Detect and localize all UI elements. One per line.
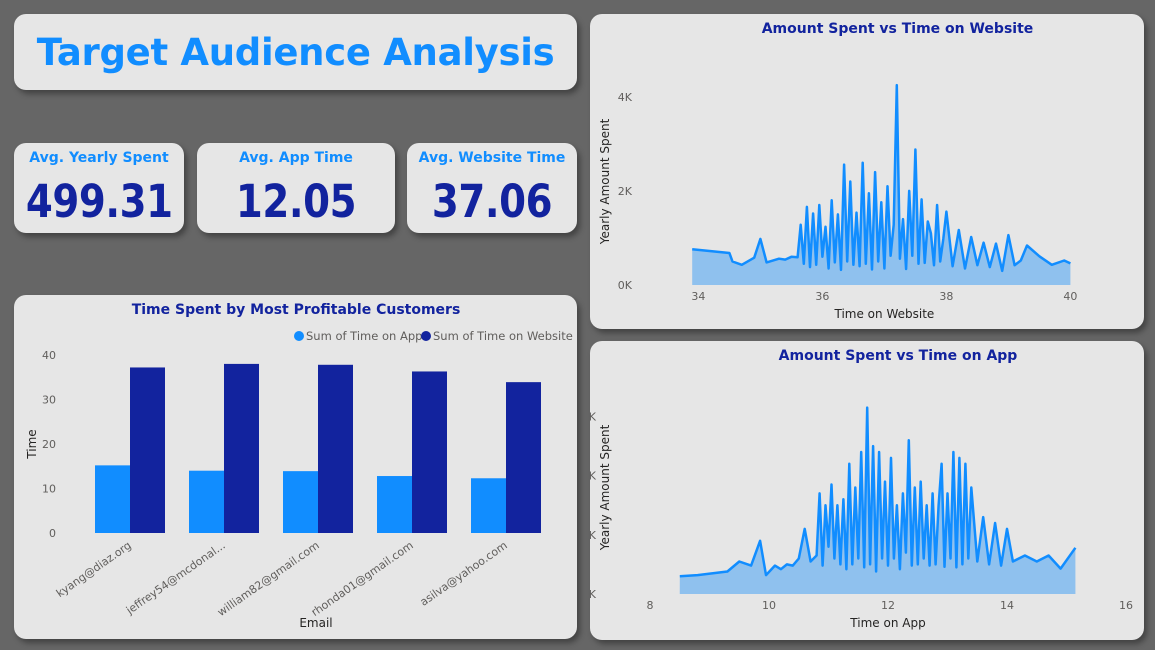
bar: [318, 364, 353, 533]
x-tick-label: 40: [1063, 290, 1077, 303]
x-tick-label: 10: [762, 599, 776, 612]
x-tick-label: jeffrey54@mcdonal...: [123, 539, 228, 618]
y-tick-label: 3K: [590, 411, 597, 424]
x-tick-label: 8: [647, 599, 654, 612]
bar: [377, 476, 412, 533]
y-tick-label: 2K: [618, 185, 633, 198]
legend-marker: [421, 331, 431, 341]
x-tick-label: 38: [939, 290, 953, 303]
website-area-chart-card[interactable]: Amount Spent vs Time on Website 0K 2K 4K 34 3…: [590, 14, 1144, 329]
y-tick-label: 4K: [618, 91, 633, 104]
x-tick-label: william82@gmail.com: [215, 539, 322, 619]
series-line: [679, 406, 1077, 578]
kpi-card-avg-website-time[interactable]: Avg. Website Time 37.06: [407, 143, 577, 233]
kpi-card-avg-yearly-spent[interactable]: Avg. Yearly Spent 499.31: [14, 143, 184, 233]
x-tick-label: asilva@yahoo.com: [418, 539, 510, 609]
bar: [412, 371, 447, 533]
dashboard-title: Target Audience Analysis: [36, 30, 555, 74]
bar: [471, 478, 506, 533]
legend-label: Sum of Time on Website: [433, 329, 573, 343]
legend-marker: [294, 331, 304, 341]
x-axis-title: Time on Website: [834, 307, 935, 321]
app-area-chart[interactable]: Amount Spent vs Time on App 0K 1K 2K 3K 8 10 12…: [590, 341, 1144, 640]
x-tick-label: 12: [881, 599, 895, 612]
title-card: Target Audience Analysis: [14, 14, 577, 90]
y-tick-label: 2K: [590, 470, 597, 483]
y-tick-label: 40: [42, 349, 56, 362]
chart-title: Amount Spent vs Time on Website: [762, 21, 1034, 37]
y-tick-label: 0: [49, 527, 56, 540]
kpi-card-avg-app-time[interactable]: Avg. App Time 12.05: [197, 143, 395, 233]
x-tick-label: 16: [1119, 599, 1133, 612]
website-area-chart[interactable]: Amount Spent vs Time on Website 0K 2K 4K 34 3…: [590, 14, 1144, 329]
chart-title: Amount Spent vs Time on App: [779, 348, 1018, 364]
bar: [506, 382, 541, 533]
x-tick-label: rhonda01@gmail.com: [309, 539, 416, 619]
kpi-label: Avg. Website Time: [418, 150, 566, 166]
kpi-value: 12.05: [235, 175, 357, 228]
y-tick-label: 1K: [590, 529, 597, 542]
kpi-value: 499.31: [25, 175, 173, 228]
y-axis-title: Yearly Amount Spent: [598, 118, 612, 245]
y-tick-label: 10: [42, 483, 56, 496]
bar: [130, 367, 165, 533]
x-axis-title: Email: [299, 616, 332, 630]
x-tick-label: kyang@diaz.org: [54, 539, 134, 600]
bar: [189, 470, 224, 533]
y-tick-label: 0K: [618, 279, 633, 292]
bar: [95, 465, 130, 533]
legend-label: Sum of Time on App: [306, 329, 422, 343]
x-tick-label: 14: [1000, 599, 1014, 612]
bar: [283, 471, 318, 533]
bar: [224, 363, 259, 533]
y-tick-label: 0K: [590, 588, 597, 601]
kpi-label: Avg. App Time: [239, 150, 353, 166]
chart-title: Time Spent by Most Profitable Customers: [132, 302, 461, 318]
bar-chart-card[interactable]: Time Spent by Most Profitable Customers S…: [14, 295, 577, 639]
bar-chart[interactable]: Time Spent by Most Profitable Customers S…: [14, 295, 577, 639]
x-axis-title: Time on App: [849, 616, 925, 630]
app-area-chart-card[interactable]: Amount Spent vs Time on App 0K 1K 2K 3K 8 10 12…: [590, 341, 1144, 640]
y-tick-label: 20: [42, 438, 56, 451]
y-axis-title: Time: [25, 429, 39, 459]
kpi-value: 37.06: [431, 175, 553, 228]
y-axis-title: Yearly Amount Spent: [598, 424, 612, 551]
y-tick-label: 30: [42, 394, 56, 407]
x-tick-label: 36: [815, 290, 829, 303]
kpi-label: Avg. Yearly Spent: [29, 150, 169, 166]
x-tick-label: 34: [691, 290, 705, 303]
